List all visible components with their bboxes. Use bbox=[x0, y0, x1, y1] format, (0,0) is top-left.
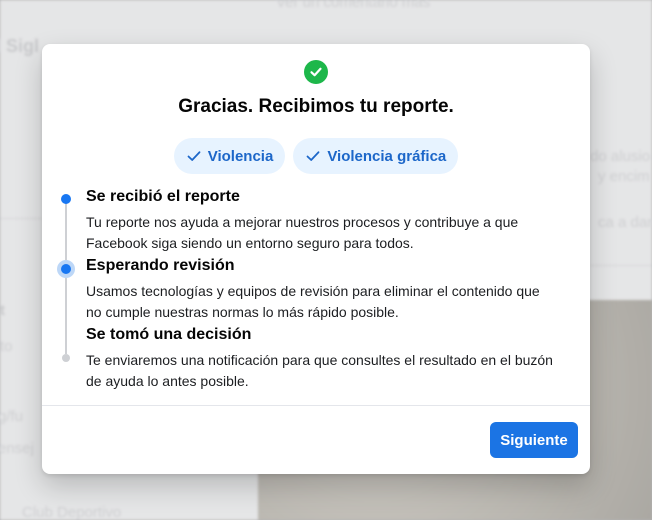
next-button[interactable]: Siguiente bbox=[490, 422, 578, 458]
timeline-track bbox=[65, 196, 67, 354]
step-pending-dot-icon bbox=[62, 354, 70, 362]
category-chip-violencia: Violencia bbox=[173, 138, 286, 174]
chip-label: Violencia gráfica bbox=[327, 147, 447, 165]
footer-divider bbox=[42, 405, 590, 406]
step-current-dot-icon bbox=[61, 264, 71, 274]
step-title: Se recibió el reporte bbox=[86, 188, 240, 205]
report-category-chips: Violencia Violencia gráfica bbox=[42, 138, 590, 174]
step-title: Se tomó una decisión bbox=[86, 326, 252, 343]
dialog-title: Gracias. Recibimos tu reporte. bbox=[178, 96, 454, 117]
category-chip-violencia-grafica: Violencia gráfica bbox=[293, 138, 459, 174]
report-confirmation-dialog: Gracias. Recibimos tu reporte. Violencia… bbox=[42, 44, 590, 474]
checkmark-icon bbox=[187, 151, 201, 161]
success-check-icon bbox=[304, 60, 328, 84]
step-description: Te enviaremos una notificación para que … bbox=[86, 352, 553, 389]
step-complete-dot-icon bbox=[61, 194, 71, 204]
step-description: Tu reporte nos ayuda a mejorar nuestros … bbox=[86, 214, 519, 251]
checkmark-icon bbox=[306, 151, 320, 161]
chip-label: Violencia bbox=[207, 147, 274, 165]
step-title: Esperando revisión bbox=[86, 257, 235, 274]
step-description: Usamos tecnologías y equipos de revisión… bbox=[86, 283, 540, 320]
